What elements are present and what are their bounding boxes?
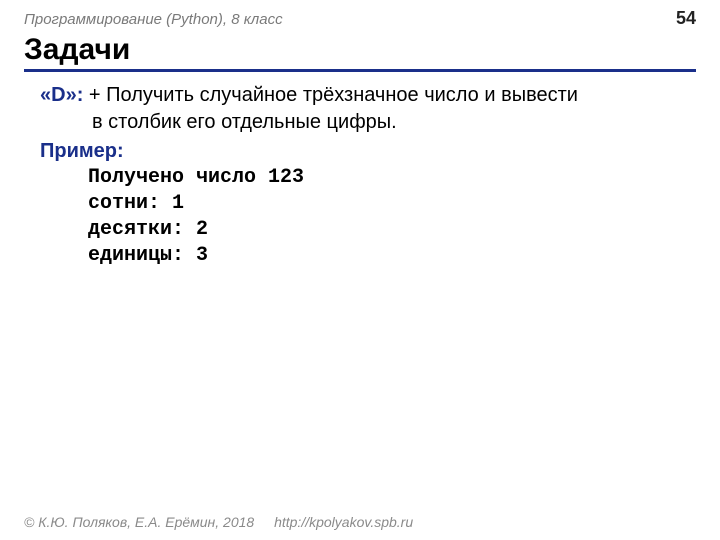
task-text-line1: + Получить случайное трёхзначное число и…	[83, 84, 578, 106]
task-text-line2: в столбик его отдельные цифры.	[40, 109, 696, 136]
example-label: Пример:	[40, 138, 696, 165]
top-bar: Программирование (Python), 8 класс 54	[24, 8, 696, 29]
footer: © К.Ю. Поляков, Е.А. Ерёмин, 2018 http:/…	[24, 514, 413, 530]
example-line: десятки: 2	[40, 217, 696, 243]
example-line: единицы: 3	[40, 243, 696, 269]
content-body: «D»: + Получить случайное трёхзначное чи…	[24, 82, 696, 269]
example-line: сотни: 1	[40, 191, 696, 217]
page-number: 54	[676, 8, 696, 29]
task-label: «D»:	[40, 84, 83, 106]
footer-link: http://kpolyakov.spb.ru	[274, 514, 413, 530]
example-line: Получено число 123	[40, 165, 696, 191]
breadcrumb: Программирование (Python), 8 класс	[24, 11, 283, 28]
footer-copyright: © К.Ю. Поляков, Е.А. Ерёмин, 2018	[24, 514, 254, 530]
page-title: Задачи	[24, 33, 696, 72]
slide: Программирование (Python), 8 класс 54 За…	[0, 0, 720, 540]
task-block: «D»: + Получить случайное трёхзначное чи…	[40, 82, 696, 136]
